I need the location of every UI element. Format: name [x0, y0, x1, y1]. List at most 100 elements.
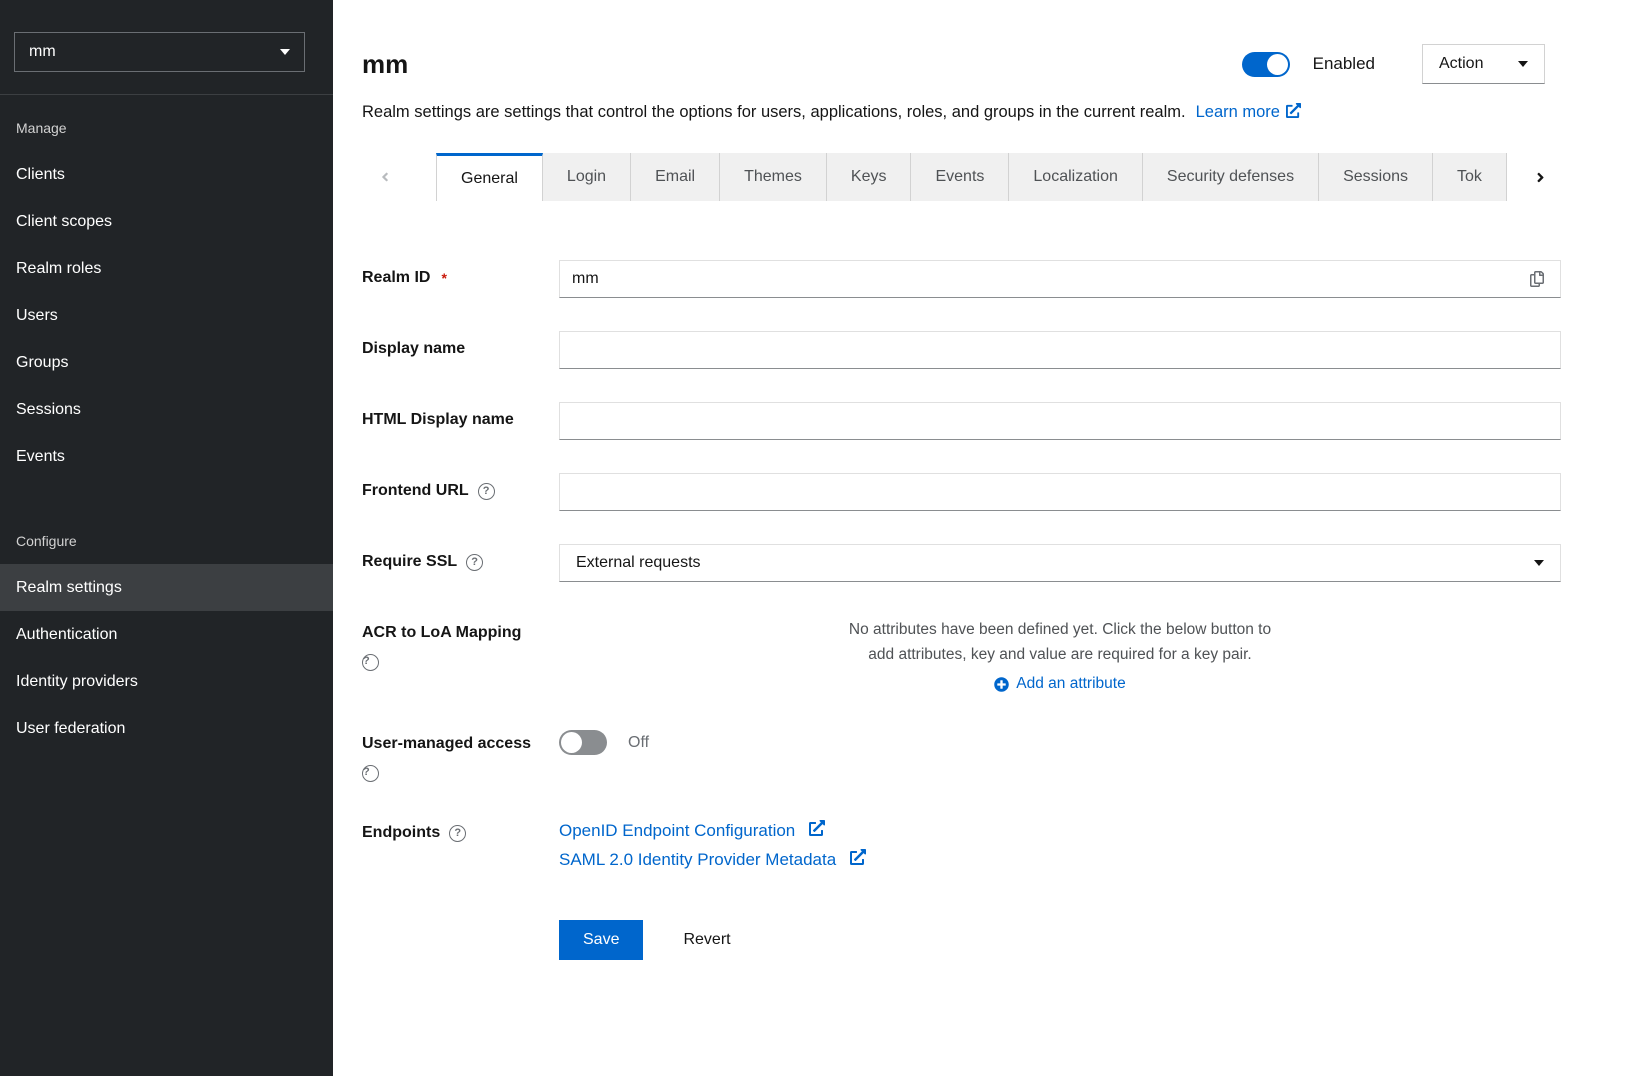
- realm-description-text: Realm settings are settings that control…: [362, 103, 1186, 121]
- learn-more-link[interactable]: Learn more: [1196, 103, 1301, 121]
- require-ssl-selected-value: External requests: [576, 554, 701, 572]
- sidebar-item-realm-roles[interactable]: Realm roles: [0, 245, 333, 292]
- enabled-label: Enabled: [1313, 54, 1375, 74]
- frontend-url-label: Frontend URL?: [362, 482, 495, 500]
- saml-identity-provider-metadata-link[interactable]: SAML 2.0 Identity Provider Metadata: [559, 846, 1561, 873]
- main-content: mm Enabled Action Realm settings are set…: [333, 0, 1645, 1076]
- revert-button[interactable]: Revert: [683, 931, 730, 949]
- sidebar-item-identity-providers[interactable]: Identity providers: [0, 658, 333, 705]
- sidebar-item-realm-settings[interactable]: Realm settings: [0, 564, 333, 611]
- caret-down-icon: [1518, 61, 1528, 67]
- sidebar: mm Manage Clients Client scopes Realm ro…: [0, 0, 333, 1076]
- sidebar-item-users[interactable]: Users: [0, 292, 333, 339]
- realm-id-input[interactable]: [560, 261, 1514, 297]
- sidebar-item-client-scopes[interactable]: Client scopes: [0, 198, 333, 245]
- realm-selector-label: mm: [29, 43, 56, 61]
- tab-keys[interactable]: Keys: [827, 153, 912, 201]
- help-icon[interactable]: ?: [449, 825, 466, 842]
- user-managed-access-toggle[interactable]: [559, 730, 607, 755]
- openid-endpoint-configuration-link[interactable]: OpenID Endpoint Configuration: [559, 817, 1561, 844]
- saml-identity-provider-metadata-label: SAML 2.0 Identity Provider Metadata: [559, 846, 836, 873]
- toggle-knob: [1267, 54, 1288, 75]
- tab-security-defenses[interactable]: Security defenses: [1143, 153, 1319, 201]
- acr-loa-mapping-label: ACR to LoA Mapping: [362, 624, 521, 642]
- page-title: mm: [362, 49, 408, 80]
- require-ssl-label: Require SSL?: [362, 553, 483, 571]
- action-dropdown-label: Action: [1439, 55, 1483, 73]
- frontend-url-input[interactable]: [559, 473, 1561, 511]
- add-attribute-link[interactable]: Add an attribute: [559, 675, 1561, 693]
- realm-selector[interactable]: mm: [14, 32, 305, 72]
- external-link-icon: [850, 846, 866, 873]
- frontend-url-row: Frontend URL?: [362, 473, 1561, 511]
- general-settings-form: Realm ID* Display name: [333, 201, 1645, 993]
- caret-down-icon: [280, 49, 290, 55]
- openid-endpoint-configuration-label: OpenID Endpoint Configuration: [559, 817, 795, 844]
- external-link-icon: [1286, 101, 1301, 125]
- copy-icon: [1529, 271, 1545, 287]
- caret-down-icon: [1534, 560, 1544, 566]
- angle-right-icon: [1533, 170, 1548, 185]
- tab-email[interactable]: Email: [631, 153, 720, 201]
- html-display-name-label: HTML Display name: [362, 411, 514, 429]
- nav-group-manage: Manage: [0, 95, 333, 151]
- action-dropdown[interactable]: Action: [1422, 44, 1545, 84]
- sidebar-nav: Manage Clients Client scopes Realm roles…: [0, 95, 333, 752]
- tabs-viewport: General Login Email Themes Keys Events L…: [436, 153, 1510, 201]
- required-indicator: *: [441, 270, 446, 286]
- header-controls: Enabled Action: [1242, 44, 1545, 84]
- realm-enabled-toggle[interactable]: [1242, 52, 1290, 77]
- app-window: mm Manage Clients Client scopes Realm ro…: [0, 0, 1645, 1076]
- sidebar-item-events[interactable]: Events: [0, 433, 333, 480]
- user-managed-access-state: Off: [628, 734, 649, 752]
- sidebar-item-groups[interactable]: Groups: [0, 339, 333, 386]
- realm-id-input-group: [559, 260, 1561, 298]
- tabs-scroll-left-button[interactable]: [333, 153, 436, 201]
- angle-left-icon: [378, 170, 392, 184]
- external-link-icon: [809, 817, 825, 844]
- tab-events[interactable]: Events: [911, 153, 1009, 201]
- sidebar-item-user-federation[interactable]: User federation: [0, 705, 333, 752]
- nav-group-configure: Configure: [0, 480, 333, 564]
- realm-id-label: Realm ID*: [362, 269, 447, 287]
- user-managed-access-row: User-managed access ? Off: [362, 726, 1561, 782]
- tab-localization[interactable]: Localization: [1009, 153, 1143, 201]
- tab-general[interactable]: General: [436, 153, 543, 201]
- tab-tokens[interactable]: Tok: [1433, 153, 1507, 201]
- plus-circle-icon: [994, 677, 1009, 692]
- tab-themes[interactable]: Themes: [720, 153, 827, 201]
- acr-loa-mapping-row: ACR to LoA Mapping ? No attributes have …: [362, 615, 1561, 693]
- endpoints-row: Endpoints? OpenID Endpoint Configuration…: [362, 815, 1561, 873]
- endpoints-label: Endpoints?: [362, 824, 466, 842]
- sidebar-item-sessions[interactable]: Sessions: [0, 386, 333, 433]
- copy-button[interactable]: [1514, 261, 1560, 297]
- user-managed-access-label: User-managed access: [362, 735, 531, 753]
- add-attribute-label: Add an attribute: [1016, 675, 1125, 693]
- help-icon[interactable]: ?: [362, 765, 379, 782]
- learn-more-label: Learn more: [1196, 103, 1280, 121]
- require-ssl-row: Require SSL? External requests: [362, 544, 1561, 582]
- tabs-scroll-right-button[interactable]: [1510, 153, 1570, 201]
- help-icon[interactable]: ?: [466, 554, 483, 571]
- realm-description: Realm settings are settings that control…: [362, 100, 1545, 125]
- help-icon[interactable]: ?: [362, 654, 379, 671]
- help-icon[interactable]: ?: [478, 483, 495, 500]
- sidebar-item-clients[interactable]: Clients: [0, 151, 333, 198]
- realm-id-row: Realm ID*: [362, 260, 1561, 298]
- form-actions-row: Save Revert: [362, 906, 1561, 960]
- tab-login[interactable]: Login: [543, 153, 631, 201]
- require-ssl-select[interactable]: External requests: [559, 544, 1561, 582]
- page-header: mm Enabled Action Realm settings are set…: [333, 0, 1645, 125]
- save-button[interactable]: Save: [559, 920, 643, 960]
- display-name-input[interactable]: [559, 331, 1561, 369]
- html-display-name-input[interactable]: [559, 402, 1561, 440]
- html-display-name-row: HTML Display name: [362, 402, 1561, 440]
- display-name-row: Display name: [362, 331, 1561, 369]
- tabbar: General Login Email Themes Keys Events L…: [333, 153, 1645, 201]
- display-name-label: Display name: [362, 340, 465, 358]
- realm-selector-section: mm: [0, 0, 333, 95]
- tab-sessions[interactable]: Sessions: [1319, 153, 1433, 201]
- toggle-knob: [561, 732, 582, 753]
- acr-empty-state-text: No attributes have been defined yet. Cli…: [845, 617, 1275, 667]
- sidebar-item-authentication[interactable]: Authentication: [0, 611, 333, 658]
